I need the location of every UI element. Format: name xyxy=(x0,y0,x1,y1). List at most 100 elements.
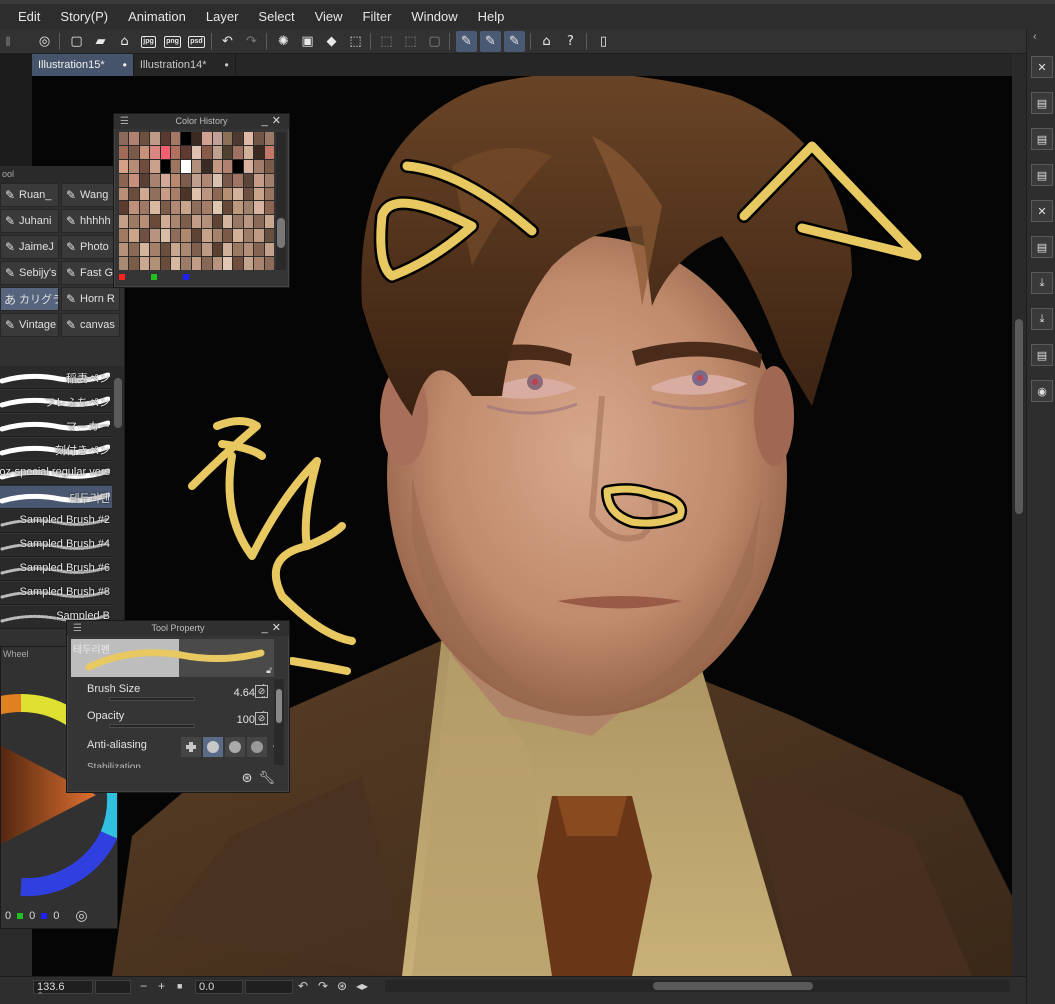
sub-tool-item[interactable]: ✎ Horn R xyxy=(61,287,120,311)
color-swatch[interactable] xyxy=(160,159,170,173)
layer-icon[interactable]: ▤ xyxy=(1031,236,1053,258)
zoom-in-icon[interactable]: + xyxy=(158,979,165,993)
color-swatch[interactable] xyxy=(170,187,181,201)
brush-list-item[interactable]: Sampled Brush #2 xyxy=(0,510,112,533)
color-swatch[interactable] xyxy=(150,257,160,270)
color-swatch[interactable] xyxy=(139,243,150,257)
aa-weak-button[interactable] xyxy=(203,737,223,757)
color-swatch[interactable] xyxy=(254,159,264,173)
color-swatch[interactable] xyxy=(212,159,222,173)
color-swatch[interactable] xyxy=(191,187,202,201)
opacity-value[interactable]: 100 xyxy=(237,714,255,726)
export-png-icon[interactable]: png xyxy=(162,31,183,52)
pen-pressure-icon[interactable]: ✎ xyxy=(480,31,501,52)
brush-list-scrollbar[interactable] xyxy=(112,366,124,626)
menu-animation[interactable]: Animation xyxy=(118,6,196,28)
color-swatch[interactable] xyxy=(212,145,222,159)
color-swatch[interactable] xyxy=(150,173,160,187)
color-swatch[interactable] xyxy=(139,159,150,173)
brush-list-item[interactable]: マーカー xyxy=(0,414,112,437)
fit-icon[interactable]: ■ xyxy=(177,981,182,991)
color-swatch[interactable] xyxy=(202,187,212,201)
undo-icon[interactable]: ↶ xyxy=(217,31,238,52)
color-swatch[interactable] xyxy=(160,215,170,229)
sub-tool-item[interactable]: ✎ JaimeJ xyxy=(0,235,59,259)
color-swatch[interactable] xyxy=(243,201,254,215)
color-swatch[interactable] xyxy=(233,201,243,215)
menu-select[interactable]: Select xyxy=(248,6,304,28)
color-swatch[interactable] xyxy=(233,145,243,159)
aa-strong-button[interactable] xyxy=(247,737,267,757)
canvas-horizontal-scrollbar[interactable] xyxy=(385,980,1010,992)
color-swatch[interactable] xyxy=(160,173,170,187)
sub-tool-item[interactable]: ✎ Juhani xyxy=(0,209,59,233)
import-icon[interactable]: ⤓ xyxy=(1031,308,1053,330)
color-swatch[interactable] xyxy=(150,215,160,229)
color-swatch[interactable] xyxy=(119,173,129,187)
menu-window[interactable]: Window xyxy=(401,6,467,28)
color-swatch[interactable] xyxy=(191,173,202,187)
color-swatch[interactable] xyxy=(170,201,181,215)
color-swatch[interactable] xyxy=(150,243,160,257)
sub-tool-item[interactable]: ✎ Fast G xyxy=(61,261,120,285)
color-swatch[interactable] xyxy=(160,243,170,257)
color-swatch[interactable] xyxy=(170,159,181,173)
color-swatch[interactable] xyxy=(160,201,170,215)
loading-icon[interactable]: ✺ xyxy=(273,31,294,52)
brush-size-pressure-icon[interactable]: ⊘ xyxy=(255,685,268,698)
rotate-left-icon[interactable]: ↶ xyxy=(298,979,308,993)
color-swatch[interactable] xyxy=(150,145,160,159)
clear-selection-icon[interactable]: ⬚ xyxy=(345,31,366,52)
menu-layer[interactable]: Layer xyxy=(196,6,249,28)
menu-edit[interactable]: Edit xyxy=(8,6,50,28)
zoom-out-icon[interactable]: − xyxy=(140,979,147,993)
color-swatch[interactable] xyxy=(129,201,139,215)
new-icon[interactable]: ▢ xyxy=(66,31,87,52)
color-swatch[interactable] xyxy=(264,173,274,187)
color-swatch[interactable] xyxy=(222,243,233,257)
color-swatch[interactable] xyxy=(202,229,212,243)
color-swatch[interactable] xyxy=(233,257,243,270)
color-swatch[interactable] xyxy=(139,215,150,229)
color-swatch[interactable] xyxy=(243,229,254,243)
brush-list-item[interactable]: 테두리펜 xyxy=(0,486,112,509)
open-icon[interactable]: ▰ xyxy=(90,31,111,52)
color-swatch[interactable] xyxy=(212,215,222,229)
color-swatch[interactable] xyxy=(243,132,254,145)
panel-controls[interactable]: _✕ xyxy=(262,621,285,636)
layer-icon[interactable]: ▤ xyxy=(1031,128,1053,150)
color-swatch[interactable] xyxy=(191,201,202,215)
color-swatch[interactable] xyxy=(222,229,233,243)
color-swatch[interactable] xyxy=(254,187,264,201)
color-swatch[interactable] xyxy=(170,215,181,229)
color-swatch[interactable] xyxy=(191,257,202,270)
color-swatch[interactable] xyxy=(191,145,202,159)
color-swatch[interactable] xyxy=(181,229,191,243)
color-swatch[interactable] xyxy=(181,132,191,145)
color-swatch[interactable] xyxy=(212,173,222,187)
lock-icon[interactable]: 🔓︎ xyxy=(266,665,272,676)
color-swatch[interactable] xyxy=(264,257,274,270)
color-swatch[interactable] xyxy=(233,215,243,229)
layer-icon[interactable]: ▤ xyxy=(1031,344,1053,366)
color-swatch[interactable] xyxy=(150,229,160,243)
color-swatch[interactable] xyxy=(170,132,181,145)
opacity-slider[interactable] xyxy=(109,724,195,728)
flip-icon[interactable]: ◂▸ xyxy=(356,979,368,993)
color-swatch[interactable] xyxy=(160,187,170,201)
color-swatch[interactable] xyxy=(181,257,191,270)
menu-view[interactable]: View xyxy=(305,6,353,28)
expand-icon[interactable]: ⌃ xyxy=(36,991,44,1002)
panel-controls[interactable]: _✕ xyxy=(262,114,285,129)
transform-icon[interactable]: ▣ xyxy=(297,31,318,52)
color-swatch[interactable] xyxy=(150,159,160,173)
color-swatch[interactable] xyxy=(160,132,170,145)
color-swatch[interactable] xyxy=(233,159,243,173)
save-icon[interactable]: ⌂ xyxy=(114,31,135,52)
color-swatch[interactable] xyxy=(254,215,264,229)
color-swatch[interactable] xyxy=(181,215,191,229)
companion-icon[interactable]: ▯ xyxy=(593,31,614,52)
color-swatch[interactable] xyxy=(243,187,254,201)
color-swatch[interactable] xyxy=(160,229,170,243)
color-swatch[interactable] xyxy=(160,145,170,159)
